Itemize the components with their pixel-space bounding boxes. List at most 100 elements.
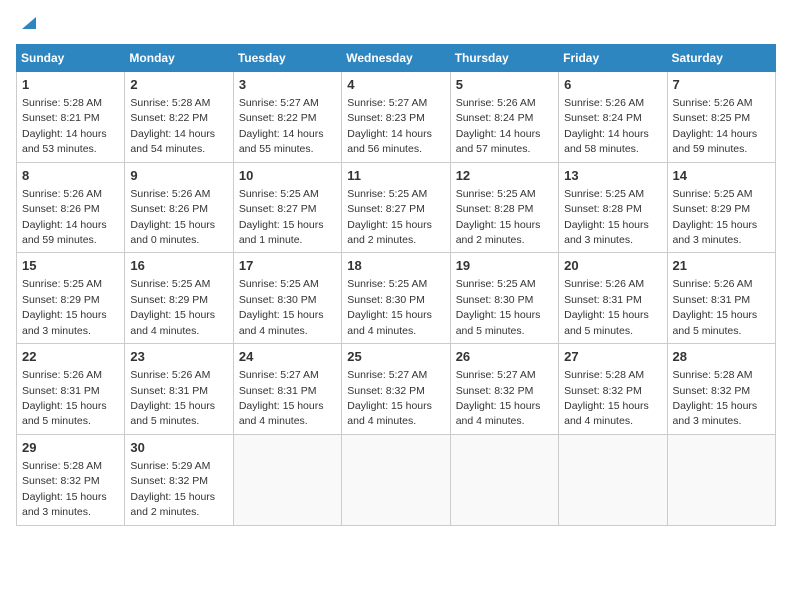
- day-info: Sunrise: 5:25 AMSunset: 8:28 PMDaylight:…: [564, 188, 649, 246]
- day-info: Sunrise: 5:26 AMSunset: 8:31 PMDaylight:…: [130, 369, 215, 427]
- calendar-cell: [233, 434, 341, 525]
- day-number: 6: [564, 76, 661, 94]
- day-info: Sunrise: 5:26 AMSunset: 8:26 PMDaylight:…: [130, 188, 215, 246]
- day-number: 8: [22, 167, 119, 185]
- day-info: Sunrise: 5:28 AMSunset: 8:32 PMDaylight:…: [673, 369, 758, 427]
- day-info: Sunrise: 5:26 AMSunset: 8:26 PMDaylight:…: [22, 188, 107, 246]
- calendar-cell: [559, 434, 667, 525]
- calendar-cell: 11 Sunrise: 5:25 AMSunset: 8:27 PMDaylig…: [342, 162, 450, 253]
- day-info: Sunrise: 5:27 AMSunset: 8:32 PMDaylight:…: [347, 369, 432, 427]
- day-info: Sunrise: 5:27 AMSunset: 8:31 PMDaylight:…: [239, 369, 324, 427]
- page-header: [16, 16, 776, 36]
- calendar-cell: [450, 434, 558, 525]
- day-info: Sunrise: 5:28 AMSunset: 8:32 PMDaylight:…: [22, 460, 107, 518]
- calendar-cell: 13 Sunrise: 5:25 AMSunset: 8:28 PMDaylig…: [559, 162, 667, 253]
- day-number: 9: [130, 167, 227, 185]
- logo-icon: [18, 11, 40, 33]
- day-info: Sunrise: 5:26 AMSunset: 8:31 PMDaylight:…: [564, 278, 649, 336]
- day-info: Sunrise: 5:26 AMSunset: 8:25 PMDaylight:…: [673, 97, 758, 155]
- calendar-table: SundayMondayTuesdayWednesdayThursdayFrid…: [16, 44, 776, 526]
- calendar-cell: 15 Sunrise: 5:25 AMSunset: 8:29 PMDaylig…: [17, 253, 125, 344]
- day-of-week-header: Tuesday: [233, 44, 341, 71]
- day-of-week-header: Sunday: [17, 44, 125, 71]
- day-info: Sunrise: 5:26 AMSunset: 8:31 PMDaylight:…: [673, 278, 758, 336]
- day-of-week-header: Friday: [559, 44, 667, 71]
- calendar-cell: 7 Sunrise: 5:26 AMSunset: 8:25 PMDayligh…: [667, 71, 775, 162]
- calendar-week-row: 29 Sunrise: 5:28 AMSunset: 8:32 PMDaylig…: [17, 434, 776, 525]
- calendar-cell: [342, 434, 450, 525]
- logo: [16, 16, 40, 36]
- day-info: Sunrise: 5:25 AMSunset: 8:27 PMDaylight:…: [347, 188, 432, 246]
- day-number: 20: [564, 257, 661, 275]
- day-number: 14: [673, 167, 770, 185]
- day-number: 28: [673, 348, 770, 366]
- calendar-cell: 4 Sunrise: 5:27 AMSunset: 8:23 PMDayligh…: [342, 71, 450, 162]
- calendar-cell: 10 Sunrise: 5:25 AMSunset: 8:27 PMDaylig…: [233, 162, 341, 253]
- calendar-cell: 9 Sunrise: 5:26 AMSunset: 8:26 PMDayligh…: [125, 162, 233, 253]
- calendar-cell: 26 Sunrise: 5:27 AMSunset: 8:32 PMDaylig…: [450, 344, 558, 435]
- day-info: Sunrise: 5:27 AMSunset: 8:22 PMDaylight:…: [239, 97, 324, 155]
- day-number: 22: [22, 348, 119, 366]
- day-info: Sunrise: 5:25 AMSunset: 8:30 PMDaylight:…: [239, 278, 324, 336]
- calendar-cell: 20 Sunrise: 5:26 AMSunset: 8:31 PMDaylig…: [559, 253, 667, 344]
- day-number: 29: [22, 439, 119, 457]
- calendar-cell: 23 Sunrise: 5:26 AMSunset: 8:31 PMDaylig…: [125, 344, 233, 435]
- day-info: Sunrise: 5:26 AMSunset: 8:24 PMDaylight:…: [564, 97, 649, 155]
- day-info: Sunrise: 5:27 AMSunset: 8:32 PMDaylight:…: [456, 369, 541, 427]
- day-info: Sunrise: 5:26 AMSunset: 8:24 PMDaylight:…: [456, 97, 541, 155]
- calendar-cell: 6 Sunrise: 5:26 AMSunset: 8:24 PMDayligh…: [559, 71, 667, 162]
- day-number: 5: [456, 76, 553, 94]
- calendar-cell: 12 Sunrise: 5:25 AMSunset: 8:28 PMDaylig…: [450, 162, 558, 253]
- calendar-cell: 18 Sunrise: 5:25 AMSunset: 8:30 PMDaylig…: [342, 253, 450, 344]
- day-info: Sunrise: 5:25 AMSunset: 8:28 PMDaylight:…: [456, 188, 541, 246]
- day-of-week-header: Saturday: [667, 44, 775, 71]
- day-info: Sunrise: 5:27 AMSunset: 8:23 PMDaylight:…: [347, 97, 432, 155]
- calendar-cell: 8 Sunrise: 5:26 AMSunset: 8:26 PMDayligh…: [17, 162, 125, 253]
- calendar-cell: 3 Sunrise: 5:27 AMSunset: 8:22 PMDayligh…: [233, 71, 341, 162]
- day-info: Sunrise: 5:29 AMSunset: 8:32 PMDaylight:…: [130, 460, 215, 518]
- calendar-week-row: 8 Sunrise: 5:26 AMSunset: 8:26 PMDayligh…: [17, 162, 776, 253]
- day-number: 21: [673, 257, 770, 275]
- day-of-week-header: Monday: [125, 44, 233, 71]
- day-number: 17: [239, 257, 336, 275]
- day-of-week-header: Wednesday: [342, 44, 450, 71]
- calendar-cell: [667, 434, 775, 525]
- day-info: Sunrise: 5:28 AMSunset: 8:32 PMDaylight:…: [564, 369, 649, 427]
- day-info: Sunrise: 5:28 AMSunset: 8:22 PMDaylight:…: [130, 97, 215, 155]
- calendar-cell: 30 Sunrise: 5:29 AMSunset: 8:32 PMDaylig…: [125, 434, 233, 525]
- calendar-cell: 27 Sunrise: 5:28 AMSunset: 8:32 PMDaylig…: [559, 344, 667, 435]
- day-info: Sunrise: 5:25 AMSunset: 8:27 PMDaylight:…: [239, 188, 324, 246]
- calendar-cell: 21 Sunrise: 5:26 AMSunset: 8:31 PMDaylig…: [667, 253, 775, 344]
- day-info: Sunrise: 5:25 AMSunset: 8:30 PMDaylight:…: [347, 278, 432, 336]
- calendar-cell: 1 Sunrise: 5:28 AMSunset: 8:21 PMDayligh…: [17, 71, 125, 162]
- calendar-cell: 28 Sunrise: 5:28 AMSunset: 8:32 PMDaylig…: [667, 344, 775, 435]
- day-number: 4: [347, 76, 444, 94]
- calendar-cell: 24 Sunrise: 5:27 AMSunset: 8:31 PMDaylig…: [233, 344, 341, 435]
- calendar-cell: 25 Sunrise: 5:27 AMSunset: 8:32 PMDaylig…: [342, 344, 450, 435]
- day-number: 25: [347, 348, 444, 366]
- day-info: Sunrise: 5:25 AMSunset: 8:29 PMDaylight:…: [22, 278, 107, 336]
- calendar-cell: 17 Sunrise: 5:25 AMSunset: 8:30 PMDaylig…: [233, 253, 341, 344]
- day-info: Sunrise: 5:26 AMSunset: 8:31 PMDaylight:…: [22, 369, 107, 427]
- day-number: 23: [130, 348, 227, 366]
- day-number: 3: [239, 76, 336, 94]
- day-number: 19: [456, 257, 553, 275]
- calendar-cell: 16 Sunrise: 5:25 AMSunset: 8:29 PMDaylig…: [125, 253, 233, 344]
- calendar-week-row: 22 Sunrise: 5:26 AMSunset: 8:31 PMDaylig…: [17, 344, 776, 435]
- calendar-header-row: SundayMondayTuesdayWednesdayThursdayFrid…: [17, 44, 776, 71]
- calendar-cell: 22 Sunrise: 5:26 AMSunset: 8:31 PMDaylig…: [17, 344, 125, 435]
- day-number: 16: [130, 257, 227, 275]
- calendar-cell: 2 Sunrise: 5:28 AMSunset: 8:22 PMDayligh…: [125, 71, 233, 162]
- day-number: 26: [456, 348, 553, 366]
- day-of-week-header: Thursday: [450, 44, 558, 71]
- calendar-cell: 14 Sunrise: 5:25 AMSunset: 8:29 PMDaylig…: [667, 162, 775, 253]
- day-number: 12: [456, 167, 553, 185]
- calendar-cell: 19 Sunrise: 5:25 AMSunset: 8:30 PMDaylig…: [450, 253, 558, 344]
- calendar-week-row: 1 Sunrise: 5:28 AMSunset: 8:21 PMDayligh…: [17, 71, 776, 162]
- day-info: Sunrise: 5:25 AMSunset: 8:29 PMDaylight:…: [673, 188, 758, 246]
- day-number: 24: [239, 348, 336, 366]
- day-number: 30: [130, 439, 227, 457]
- calendar-week-row: 15 Sunrise: 5:25 AMSunset: 8:29 PMDaylig…: [17, 253, 776, 344]
- day-number: 15: [22, 257, 119, 275]
- day-number: 7: [673, 76, 770, 94]
